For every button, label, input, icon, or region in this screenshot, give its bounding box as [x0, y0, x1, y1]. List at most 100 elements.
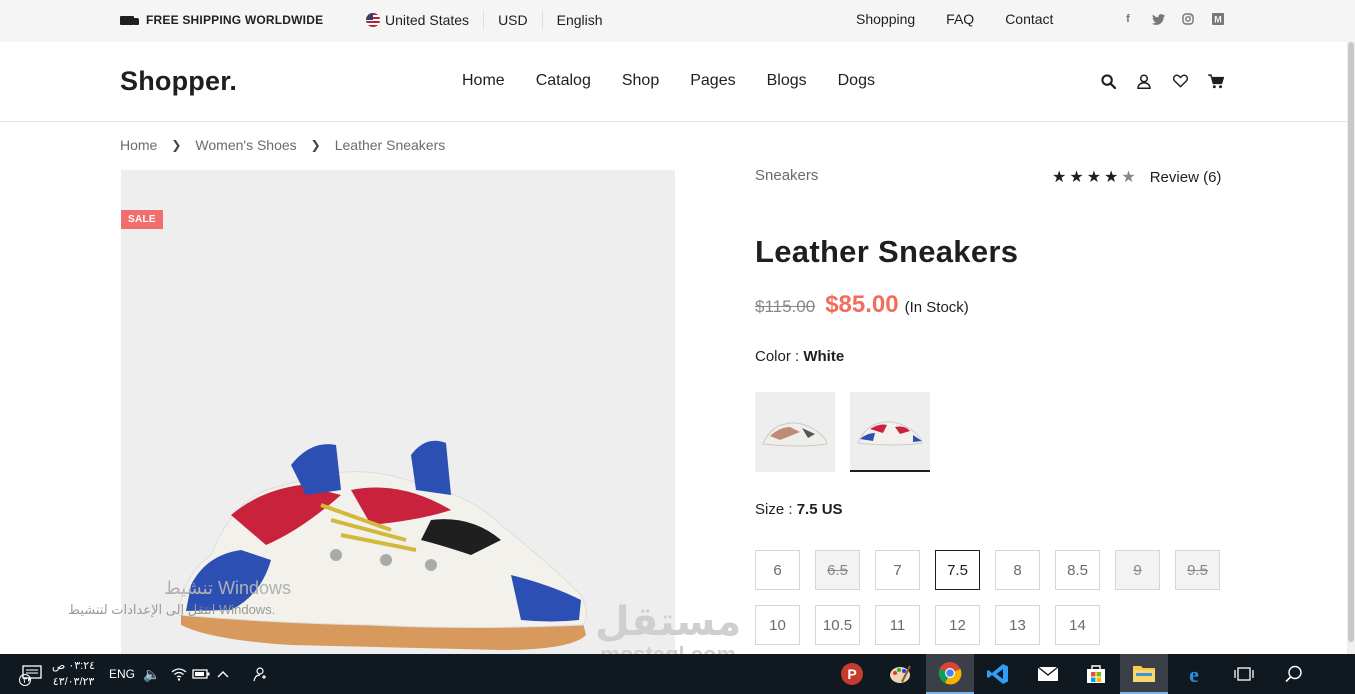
nav-blogs[interactable]: Blogs — [767, 72, 807, 90]
top-link-faq[interactable]: FAQ — [946, 11, 974, 27]
size-options: 6 6.5 7 7.5 8 8.5 9 9.5 10 10.5 11 12 13 14 — [755, 550, 1225, 645]
shipping-notice: FREE SHIPPING WORLDWIDE — [120, 13, 323, 27]
language-selector[interactable]: English — [543, 11, 617, 29]
color-swatch-1[interactable] — [755, 392, 835, 472]
size-option-10[interactable]: 10 — [755, 605, 800, 645]
header-icons — [1100, 73, 1224, 89]
taskbar-app-pscan[interactable]: P — [828, 654, 876, 694]
main-header: Shopper. Home Catalog Shop Pages Blogs D… — [0, 42, 1355, 122]
locale-selectors: United States USD English — [366, 11, 617, 29]
taskbar-clock[interactable]: ٠٣:٢٤ ص ٤٣/٠٣/٢٣ — [52, 658, 95, 690]
star-icon: ★ — [1104, 169, 1119, 186]
size-option-10-5[interactable]: 10.5 — [815, 605, 860, 645]
stock-status: (In Stock) — [904, 299, 969, 316]
currency-selector[interactable]: USD — [484, 11, 543, 29]
medium-icon[interactable]: M — [1211, 12, 1225, 26]
input-language[interactable]: ENG — [109, 667, 135, 681]
instagram-icon[interactable] — [1181, 12, 1195, 26]
notification-count: ٣ — [19, 674, 31, 686]
color-value: White — [803, 348, 845, 365]
size-option-12[interactable]: 12 — [935, 605, 980, 645]
star-icon: ★ — [1069, 169, 1084, 186]
size-option-6[interactable]: 6 — [755, 550, 800, 590]
taskbar-search-icon[interactable] — [1270, 654, 1318, 694]
task-view-icon[interactable] — [1220, 654, 1268, 694]
windows-taskbar: ٣ ٠٣:٢٤ ص ٤٣/٠٣/٢٣ ENG 🔈 P e — [0, 654, 1355, 694]
size-option-9-5[interactable]: 9.5 — [1175, 550, 1220, 590]
svg-text:e: e — [1189, 663, 1199, 685]
heart-icon[interactable] — [1172, 73, 1188, 89]
people-icon[interactable] — [247, 662, 271, 686]
breadcrumb-category[interactable]: Women's Shoes — [195, 137, 296, 153]
star-empty-icon: ★ — [1121, 169, 1136, 186]
product-image — [178, 440, 587, 650]
size-option-8-5[interactable]: 8.5 — [1055, 550, 1100, 590]
size-option-13[interactable]: 13 — [995, 605, 1040, 645]
size-option-14[interactable]: 14 — [1055, 605, 1100, 645]
product-price: $115.00 $85.00 (In Stock) — [755, 291, 969, 319]
chevron-right-icon: ❯ — [171, 138, 182, 152]
chevron-right-icon: ❯ — [310, 138, 321, 152]
star-icon: ★ — [1086, 169, 1102, 186]
size-option-6-5[interactable]: 6.5 — [815, 550, 860, 590]
volume-icon[interactable]: 🔈 — [140, 662, 164, 686]
taskbar-app-chrome[interactable] — [926, 654, 974, 694]
chevron-up-icon[interactable] — [211, 662, 235, 686]
country-selector[interactable]: United States — [366, 11, 485, 29]
us-flag-icon — [366, 13, 380, 27]
country-label: United States — [385, 12, 470, 28]
nav-catalog[interactable]: Catalog — [536, 72, 591, 90]
size-option-11[interactable]: 11 — [875, 605, 920, 645]
breadcrumb-home[interactable]: Home — [120, 137, 157, 153]
old-price: $115.00 — [755, 297, 816, 316]
taskbar-app-vscode[interactable] — [974, 654, 1022, 694]
size-option-9[interactable]: 9 — [1115, 550, 1160, 590]
star-icon: ★ — [1052, 169, 1067, 186]
size-option-7-5[interactable]: 7.5 — [935, 550, 980, 590]
shipping-text: FREE SHIPPING WORLDWIDE — [146, 13, 324, 27]
color-label: Color : White — [755, 348, 844, 365]
twitter-icon[interactable] — [1151, 12, 1165, 26]
nav-shop[interactable]: Shop — [622, 72, 659, 90]
size-label-text: Size : — [755, 501, 793, 518]
color-label-text: Color : — [755, 348, 800, 365]
search-icon[interactable] — [1100, 73, 1116, 89]
taskbar-app-mail[interactable] — [1024, 654, 1072, 694]
main-nav: Home Catalog Shop Pages Blogs Dogs — [462, 72, 875, 90]
truck-icon — [120, 15, 139, 25]
user-icon[interactable] — [1136, 73, 1152, 89]
sale-badge: SALE — [121, 210, 163, 229]
sale-price: $85.00 — [825, 291, 899, 318]
taskbar-app-edge[interactable]: e — [1170, 654, 1218, 694]
facebook-icon[interactable]: f — [1121, 12, 1135, 26]
nav-home[interactable]: Home — [462, 72, 505, 90]
clock-date: ٤٣/٠٣/٢٣ — [52, 676, 95, 688]
scrollbar-thumb[interactable] — [1348, 42, 1354, 642]
top-link-contact[interactable]: Contact — [1005, 11, 1053, 27]
nav-dogs[interactable]: Dogs — [838, 72, 875, 90]
product-title: Leather Sneakers — [755, 234, 1019, 269]
top-link-shopping[interactable]: Shopping — [856, 11, 915, 27]
taskbar-app-store[interactable] — [1072, 654, 1120, 694]
size-option-7[interactable]: 7 — [875, 550, 920, 590]
battery-icon[interactable] — [189, 662, 213, 686]
svg-text:M: M — [1214, 15, 1222, 25]
site-logo[interactable]: Shopper. — [120, 66, 237, 97]
color-swatch-2[interactable] — [850, 392, 930, 472]
currency-label: USD — [498, 12, 528, 28]
top-bar: FREE SHIPPING WORLDWIDE United States US… — [0, 0, 1355, 42]
taskbar-app-paint[interactable] — [876, 654, 924, 694]
product-rating[interactable]: ★ ★ ★ ★ ★ Review (6) — [1052, 167, 1221, 187]
top-links: Shopping FAQ Contact — [856, 11, 1053, 27]
svg-text:P: P — [847, 666, 856, 682]
breadcrumb-current: Leather Sneakers — [334, 137, 446, 153]
size-label: Size : 7.5 US — [755, 501, 843, 518]
wifi-icon[interactable] — [167, 662, 191, 686]
review-count[interactable]: Review (6) — [1150, 169, 1222, 186]
cart-icon[interactable] — [1208, 73, 1224, 89]
product-category[interactable]: Sneakers — [755, 167, 818, 184]
page-scrollbar[interactable] — [1347, 42, 1355, 654]
size-option-8[interactable]: 8 — [995, 550, 1040, 590]
taskbar-app-explorer[interactable] — [1120, 654, 1168, 694]
nav-pages[interactable]: Pages — [690, 72, 735, 90]
